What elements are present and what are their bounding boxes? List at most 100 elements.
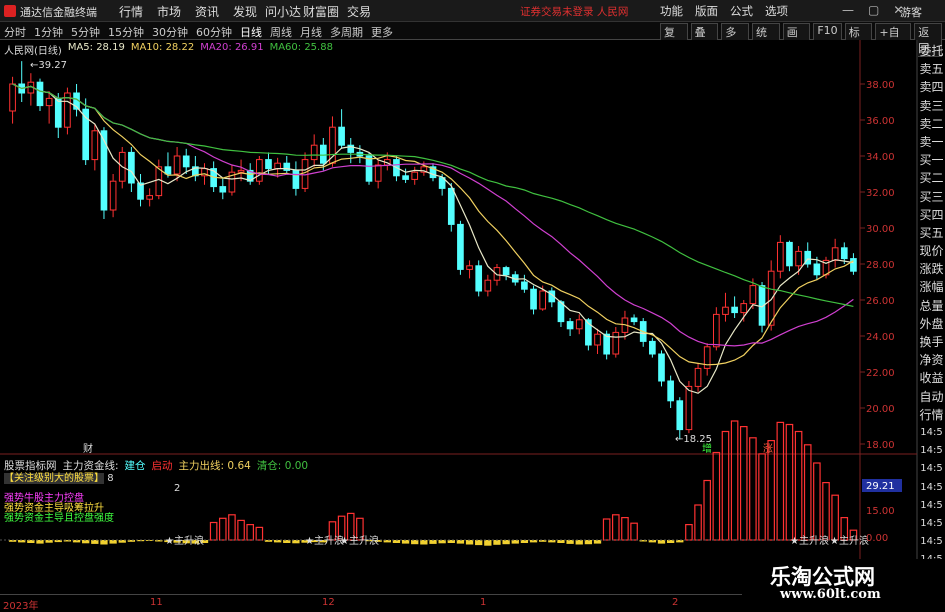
quote-tab[interactable]: 卖二 — [918, 115, 945, 133]
candle-body — [374, 164, 382, 182]
time-label: 14:5 — [920, 481, 943, 493]
ind-bar-down — [465, 540, 474, 545]
menu-item[interactable]: 市场 — [150, 3, 188, 20]
candle-body — [813, 263, 821, 276]
candle-body — [91, 130, 99, 161]
period-tab[interactable]: 多周期 — [330, 24, 363, 40]
candle-body — [54, 97, 62, 128]
ind-bar-down — [420, 540, 428, 545]
quote-tab[interactable]: 涨跌 — [918, 260, 945, 278]
right-menu-item[interactable]: 功能 — [660, 3, 683, 19]
period-tab[interactable]: 分时 — [4, 24, 26, 40]
period-tab[interactable]: 周线 — [270, 24, 292, 40]
line5-text: 强势资金主导且控盘强度 — [4, 513, 114, 524]
ind-axis-mid: 15.00 — [866, 506, 895, 517]
period-tab[interactable]: 60分钟 — [196, 24, 232, 40]
right-menu-item[interactable]: 选项 — [765, 3, 788, 19]
menu-item[interactable]: 发现 — [226, 3, 264, 20]
rise-wave-mark: ★主升浪 — [830, 534, 869, 547]
menu-item[interactable]: 资讯 — [188, 3, 226, 20]
price-tick-label: 18.00 — [866, 440, 895, 451]
candle-body — [45, 97, 53, 107]
quote-tab[interactable]: 买二 — [918, 169, 945, 187]
candle-body — [840, 247, 848, 260]
indicator-bar: 股票指标网 主力资金线: 建仓 启动 主力出线: 0.64 清仓: 0.00 — [4, 458, 314, 473]
candle-body — [831, 247, 839, 261]
candle-body — [9, 83, 16, 112]
candle-body — [521, 281, 528, 290]
period-tab[interactable]: 15分钟 — [108, 24, 144, 40]
candle-body — [100, 130, 108, 211]
window-controls: — ▢ ✕ — [842, 3, 903, 17]
time-label: 14:5 — [920, 499, 943, 511]
candle-body — [128, 151, 135, 184]
indicator-name[interactable]: 股票指标网 — [4, 458, 57, 473]
restore-icon[interactable]: ▢ — [868, 3, 879, 17]
quote-tab[interactable]: 买一 — [918, 151, 945, 169]
candle-body — [722, 306, 729, 315]
level-value: 2 — [174, 483, 181, 494]
candle-body — [786, 241, 793, 267]
finance-marker: 财 — [83, 442, 93, 455]
ind-bar-down — [657, 540, 666, 544]
ma10-value: MA10: 28.22 — [130, 42, 195, 53]
menu-item[interactable]: 行情 — [112, 3, 150, 20]
period-toolbar: 分时1分钟5分钟15分钟30分钟60分钟日线周线月线多周期更多 复权叠加多股统计… — [0, 22, 945, 57]
candle-body — [164, 166, 172, 175]
quote-tab[interactable]: 委托 — [918, 42, 945, 60]
time-label: 14:5 — [920, 536, 943, 548]
ind-bar-down — [593, 540, 602, 544]
quote-tab[interactable]: 收益 — [918, 369, 945, 387]
candle-body — [658, 353, 665, 382]
quote-tab[interactable]: 卖一 — [918, 133, 945, 151]
right-menu-item[interactable]: 版面 — [695, 3, 718, 19]
time-label: 14:5 — [920, 517, 943, 529]
quote-tab[interactable]: 现价 — [918, 242, 945, 260]
period-tab[interactable]: 更多 — [371, 24, 393, 40]
trade-login-notice[interactable]: 证券交易未登录 人民网 — [520, 4, 628, 19]
period-tab[interactable]: 月线 — [300, 24, 322, 40]
candle-body — [466, 265, 473, 270]
quote-tab[interactable]: 外盘 — [918, 315, 945, 333]
quote-tab[interactable]: 自动 — [918, 388, 945, 406]
date-label: 11 — [150, 597, 163, 608]
candle-body — [767, 270, 775, 326]
candle-body — [484, 279, 492, 292]
quote-tab[interactable]: 净资 — [918, 351, 945, 369]
ind-bar-down — [475, 540, 483, 546]
rise-wave-mark: ★主升浪 — [790, 534, 829, 547]
candle-body — [502, 267, 510, 276]
ind-bar-down — [411, 540, 419, 545]
ind-bar-down — [429, 540, 437, 544]
quote-tab[interactable]: 行情 — [918, 406, 945, 424]
quote-tab[interactable]: 买三 — [918, 188, 945, 206]
time-label: 14:5 — [920, 445, 943, 457]
quote-tab[interactable]: 卖五 — [918, 60, 945, 78]
guest-label[interactable]: 游客 — [900, 4, 922, 20]
out-label: 主力出线: 0.64 — [178, 460, 251, 472]
menu-item[interactable]: 交易 — [340, 3, 378, 20]
date-label: 2 — [672, 597, 679, 608]
candle-body — [36, 81, 44, 107]
quote-tab[interactable]: 卖四 — [918, 78, 945, 96]
candle-body — [575, 319, 583, 330]
main-menu: 行情 市场 资讯 发现 问小达 财富圈 交易 — [112, 3, 378, 20]
quote-tab[interactable]: 涨幅 — [918, 278, 945, 296]
period-tab[interactable]: 日线 — [240, 24, 262, 40]
quote-tab[interactable]: 换手 — [918, 333, 945, 351]
high-price-label: ←39.27 — [30, 60, 67, 71]
quote-tab[interactable]: 卖三 — [918, 97, 945, 115]
price-tick-label: 32.00 — [866, 188, 895, 199]
right-menu-item[interactable]: 公式 — [730, 3, 753, 19]
quote-tab[interactable]: 买五 — [918, 224, 945, 242]
candle-body — [155, 166, 163, 197]
period-tab[interactable]: 1分钟 — [34, 24, 63, 40]
period-tab[interactable]: 5分钟 — [71, 24, 100, 40]
minimize-icon[interactable]: — — [842, 3, 854, 17]
price-tick-label: 22.00 — [866, 368, 895, 379]
quote-tab[interactable]: 总量 — [918, 297, 945, 315]
menu-item[interactable]: 财富圈 — [302, 3, 340, 20]
menu-item[interactable]: 问小达 — [264, 3, 302, 20]
quote-tab[interactable]: 买四 — [918, 206, 945, 224]
period-tab[interactable]: 30分钟 — [152, 24, 188, 40]
